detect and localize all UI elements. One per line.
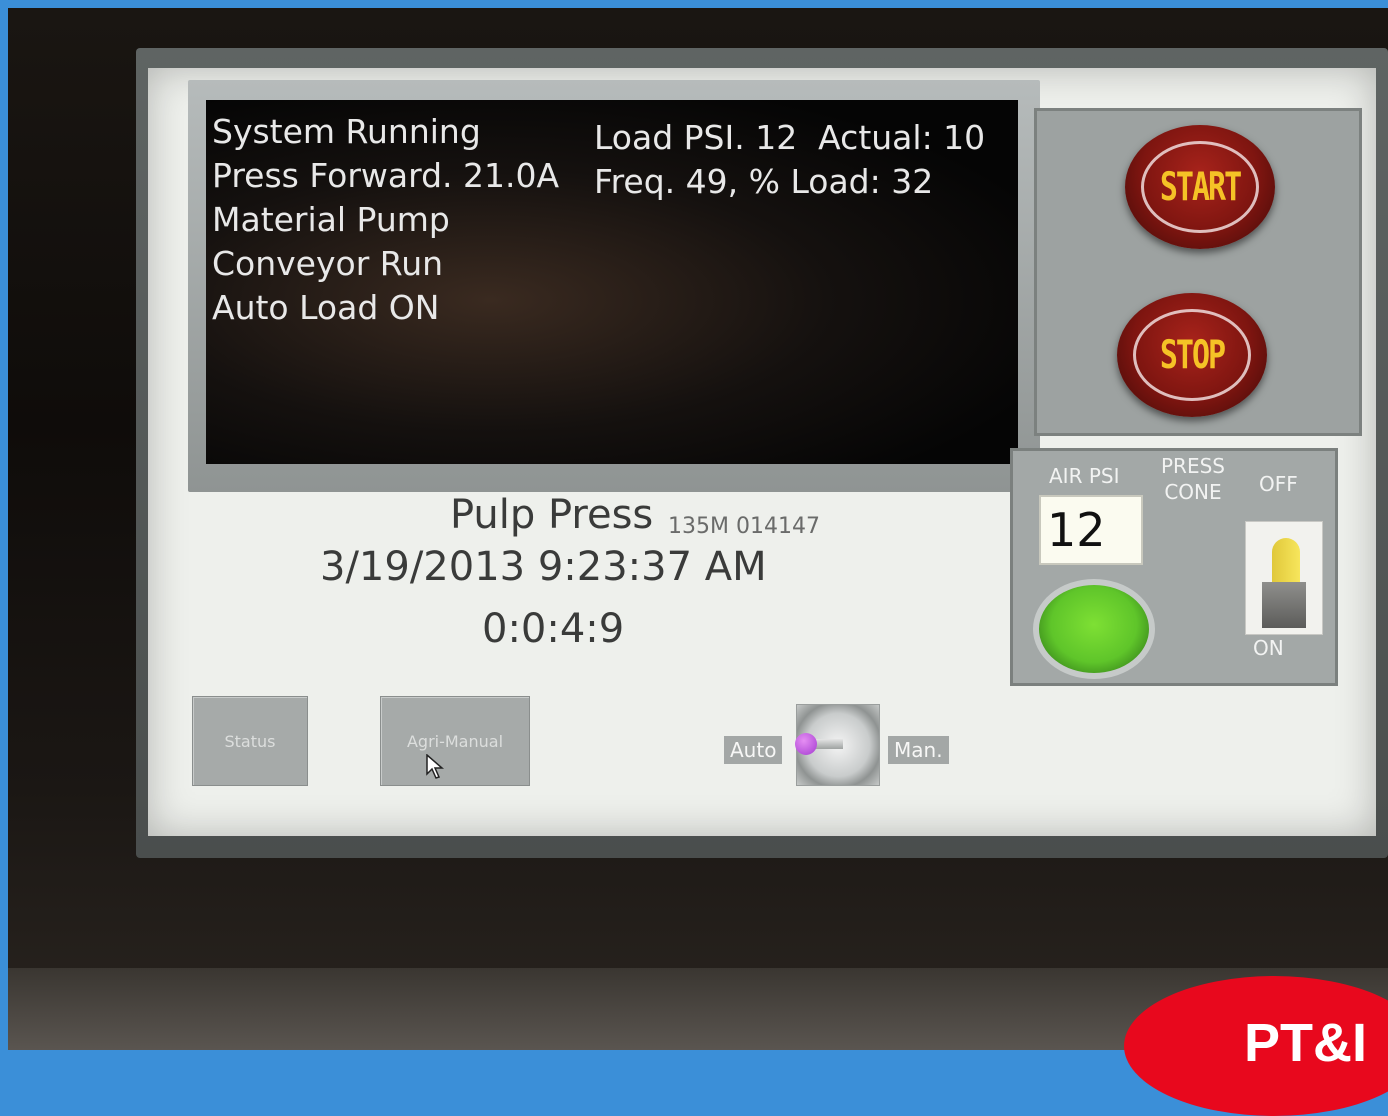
date-time-display: 3/19/2013 9:23:37 AM: [320, 544, 767, 590]
frequency-load-readout: Freq. 49, % Load: 32: [594, 162, 934, 201]
status-message-line: Auto Load ON: [212, 288, 440, 327]
auto-mode-label: Auto: [724, 736, 783, 764]
air-psi-value-field[interactable]: 12: [1039, 495, 1143, 565]
status-message-panel: System Running Press Forward. 21.0A Mate…: [206, 100, 1018, 464]
stop-button-label: STOP: [1159, 332, 1226, 378]
press-cone-button[interactable]: [1033, 579, 1155, 679]
status-message-line: Material Pump: [212, 200, 450, 239]
brand-logo-text: PT&I: [1244, 1013, 1368, 1073]
status-button-label: Status: [224, 731, 276, 751]
status-message-line: Conveyor Run: [212, 244, 444, 283]
status-message-frame: System Running Press Forward. 21.0A Mate…: [188, 80, 1040, 492]
switch-knob-icon: [795, 733, 817, 755]
stop-button[interactable]: STOP: [1117, 293, 1267, 417]
off-label: OFF: [1259, 472, 1298, 496]
on-label: ON: [1253, 636, 1284, 660]
press-cone-label-line1: PRESS: [1161, 454, 1225, 478]
status-messages-right: Load PSI. 12 Actual: 10 Freq. 49, % Load…: [594, 116, 985, 204]
hmi-screen: System Running Press Forward. 21.0A Mate…: [148, 68, 1376, 836]
air-psi-label: AIR PSI: [1049, 464, 1120, 488]
status-message-line: System Running: [212, 112, 481, 151]
press-cone-toggle-switch[interactable]: [1245, 521, 1323, 635]
toggle-base-icon: [1262, 582, 1306, 628]
status-message-line: Press Forward. 21.0A: [212, 156, 560, 195]
status-messages-left: System Running Press Forward. 21.0A Mate…: [212, 110, 559, 330]
elapsed-time-display: 0:0:4:9: [482, 606, 625, 652]
switch-stem-icon: [813, 739, 843, 749]
auto-manual-switch[interactable]: [795, 704, 880, 786]
press-cone-label: PRESS CONE: [1161, 453, 1225, 505]
serial-number: 135M 014147: [668, 514, 820, 539]
start-button[interactable]: START: [1125, 125, 1275, 249]
agri-manual-button[interactable]: Agri-Manual: [380, 696, 530, 786]
load-psi-readout: Load PSI. 12 Actual: 10: [594, 118, 986, 157]
page-title: Pulp Press: [450, 492, 654, 538]
start-stop-panel: START STOP: [1034, 108, 1362, 436]
agri-manual-button-label: Agri-Manual: [406, 731, 504, 751]
status-button[interactable]: Status: [192, 696, 308, 786]
manual-mode-label: Man.: [888, 736, 949, 764]
start-button-label: START: [1159, 164, 1242, 210]
press-cone-label-line2: CONE: [1164, 480, 1222, 504]
air-psi-panel: AIR PSI PRESS CONE OFF 12 ON: [1010, 448, 1338, 686]
mouse-cursor-icon: [426, 754, 445, 779]
